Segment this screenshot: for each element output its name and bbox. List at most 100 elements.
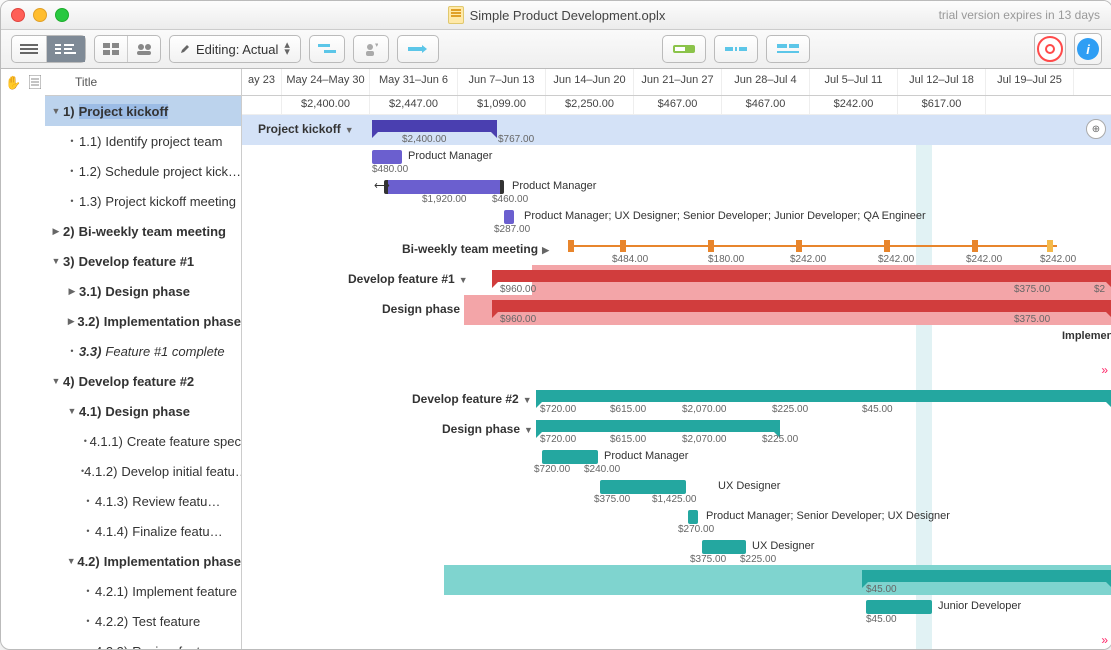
chevron-right-icon[interactable]: ▶: [65, 286, 79, 297]
level-button[interactable]: [766, 35, 810, 63]
gantt-task-bar[interactable]: [542, 450, 598, 464]
outline-row[interactable]: •4.2.2) Test feature: [45, 606, 241, 636]
gantt-row[interactable]: Bi-weekly team meeting▶$484.00$180.00$24…: [242, 235, 1111, 265]
outline-row[interactable]: •3.3) Feature #1 complete: [45, 336, 241, 366]
gantt-row[interactable]: UX Designer$375.00$1,425.00: [242, 475, 1111, 505]
chevron-down-icon[interactable]: ▼: [524, 425, 533, 435]
gantt-row[interactable]: Junior Developer$45.00: [242, 595, 1111, 625]
notes-icon[interactable]: [29, 75, 41, 92]
editing-mode-dropdown[interactable]: Editing: Actual ▴▾: [169, 35, 301, 63]
timeline-header-cell[interactable]: Jul 19–Jul 25: [986, 69, 1074, 95]
gantt-group-bar[interactable]: [862, 570, 1111, 582]
baseline-button[interactable]: [662, 35, 706, 63]
timeline-header-cell[interactable]: Jul 5–Jul 11: [810, 69, 898, 95]
timeline-header-cell[interactable]: Jun 7–Jun 13: [458, 69, 546, 95]
outline-row[interactable]: ▶3.2) Implementation phase: [45, 306, 241, 336]
gantt-chart[interactable]: Project kickoff▼$2,400.00$767.00Product …: [242, 115, 1111, 650]
assign-resource-button[interactable]: ▾: [353, 35, 389, 63]
view-outline-button[interactable]: [12, 36, 47, 62]
gantt-row[interactable]: Develop feature #2▼$720.00$615.00$2,070.…: [242, 385, 1111, 415]
gantt-task-bar[interactable]: [688, 510, 698, 524]
outline-row[interactable]: •4.1.4) Finalize featu…: [45, 516, 241, 546]
outline-row[interactable]: ▼4.2) Implementation phase: [45, 546, 241, 576]
zoom-button[interactable]: ⊕: [1086, 119, 1106, 139]
gantt-task-bar[interactable]: [866, 600, 932, 614]
outline-row[interactable]: •4.2.1) Implement feature: [45, 576, 241, 606]
gantt-task-bar[interactable]: [702, 540, 746, 554]
action-segment-1[interactable]: [309, 35, 345, 63]
gantt-group-bar[interactable]: [492, 300, 1111, 312]
outline-row[interactable]: ▼4) Develop feature #2: [45, 366, 241, 396]
gantt-group-label[interactable]: Develop feature #1▼: [348, 272, 468, 286]
meeting-occurrence[interactable]: [972, 240, 978, 252]
gantt-group-bar[interactable]: [372, 120, 497, 132]
gantt-group-label[interactable]: Design phase▼: [382, 302, 473, 316]
gantt-row[interactable]: Design phase▼$720.00$615.00$2,070.00$225…: [242, 415, 1111, 445]
gantt-row[interactable]: Product Manager; UX Designer; Senior Dev…: [242, 205, 1111, 235]
chevron-down-icon[interactable]: ▼: [49, 106, 63, 116]
timeline-header-cell[interactable]: Jun 14–Jun 20: [546, 69, 634, 95]
gantt-group-label[interactable]: Develop feature #2▼: [412, 392, 532, 406]
chevron-right-icon[interactable]: ▶: [65, 316, 77, 327]
chevron-right-icon[interactable]: ▶: [49, 226, 63, 237]
gantt-row[interactable]: Product Manager$720.00$240.00: [242, 445, 1111, 475]
gantt-group-bar[interactable]: [492, 270, 1111, 282]
outline-row[interactable]: ▼4.1) Design phase: [45, 396, 241, 426]
reschedule-button[interactable]: [714, 35, 758, 63]
gantt-group-label[interactable]: Bi-weekly team meeting▶: [402, 242, 549, 256]
gantt-row[interactable]: »: [242, 625, 1111, 650]
timeline-header-cell[interactable]: May 24–May 30: [282, 69, 370, 95]
chevron-right-icon[interactable]: ▶: [542, 245, 549, 256]
gantt-row[interactable]: Implementation phase▼$45.00: [242, 565, 1111, 595]
hand-icon[interactable]: ✋: [5, 75, 21, 92]
gantt-row[interactable]: »: [242, 355, 1111, 385]
meeting-occurrence[interactable]: [568, 240, 574, 252]
timeline-header[interactable]: ay 23May 24–May 30May 31–Jun 6Jun 7–Jun …: [242, 69, 1111, 96]
chevron-down-icon[interactable]: ▼: [345, 125, 354, 135]
gantt-group-bar[interactable]: [536, 420, 780, 432]
timeline-header-cell[interactable]: ay 23: [242, 69, 282, 95]
recurring-meeting-line[interactable]: [568, 245, 1057, 247]
gantt-row[interactable]: Product Manager; Senior Developer; UX De…: [242, 505, 1111, 535]
timeline-header-cell[interactable]: May 31–Jun 6: [370, 69, 458, 95]
chevron-down-icon[interactable]: ▼: [523, 395, 532, 405]
catch-up-button[interactable]: [397, 35, 439, 63]
timeline-header-cell[interactable]: Jul 12–Jul 18: [898, 69, 986, 95]
timeline-header-cell[interactable]: Jun 21–Jun 27: [634, 69, 722, 95]
meeting-occurrence[interactable]: [1047, 240, 1053, 252]
chevron-down-icon[interactable]: ▼: [65, 556, 77, 566]
gantt-row[interactable]: Product Manager$480.00: [242, 145, 1111, 175]
view-gantt-button[interactable]: [47, 36, 85, 62]
layout-compact-button[interactable]: [95, 36, 128, 62]
gantt-group-label[interactable]: Project kickoff▼: [258, 122, 354, 136]
indent-task-button[interactable]: [310, 36, 344, 62]
gantt-row[interactable]: Implemen: [242, 325, 1111, 355]
gantt-row[interactable]: ⟷Product Manager$1,920.00$460.00: [242, 175, 1111, 205]
gantt-task-bar[interactable]: [372, 150, 402, 164]
outline-row[interactable]: ▼1) Project kickoff: [45, 96, 241, 126]
gantt-task-bar[interactable]: [600, 480, 686, 494]
timeline-header-cell[interactable]: Jun 28–Jul 4: [722, 69, 810, 95]
outline-row[interactable]: ▼3) Develop feature #1: [45, 246, 241, 276]
layout-people-button[interactable]: [128, 36, 160, 62]
gantt-task-bar[interactable]: [504, 210, 514, 224]
gantt-row[interactable]: Design phase▼$960.00$375.00: [242, 295, 1111, 325]
record-button[interactable]: [1034, 33, 1066, 65]
outline-row[interactable]: •1.1) Identify project team: [45, 126, 241, 156]
layout-segment[interactable]: [94, 35, 161, 63]
gantt-row[interactable]: UX Designer$375.00$225.00: [242, 535, 1111, 565]
outline-row[interactable]: ▶2) Bi-weekly team meeting: [45, 216, 241, 246]
outline-row[interactable]: •4.1.1) Create feature spec: [45, 426, 241, 456]
meeting-occurrence[interactable]: [708, 240, 714, 252]
meeting-occurrence[interactable]: [620, 240, 626, 252]
info-button[interactable]: i: [1074, 33, 1102, 65]
outline-row[interactable]: ▶3.1) Design phase: [45, 276, 241, 306]
chevron-down-icon[interactable]: ▼: [49, 256, 63, 266]
chevron-down-icon[interactable]: ▼: [459, 275, 468, 285]
chevron-down-icon[interactable]: ▼: [65, 406, 79, 416]
outline-row[interactable]: •1.2) Schedule project kick…: [45, 156, 241, 186]
gantt-group-label[interactable]: Design phase▼: [442, 422, 533, 436]
meeting-occurrence[interactable]: [796, 240, 802, 252]
outline-row[interactable]: •1.3) Project kickoff meeting: [45, 186, 241, 216]
chevron-down-icon[interactable]: ▼: [49, 376, 63, 386]
